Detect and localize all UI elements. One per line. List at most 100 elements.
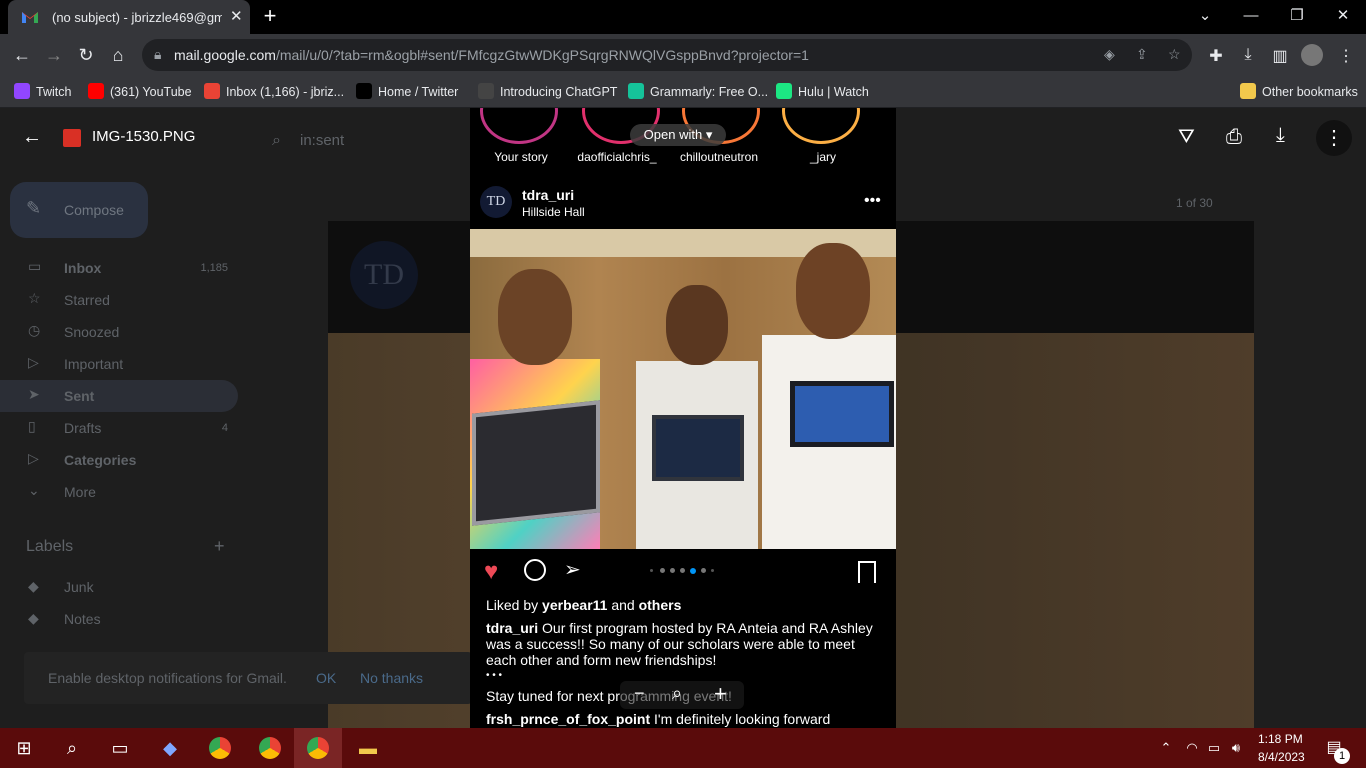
reload-button[interactable]: ↻ xyxy=(73,42,99,68)
comment-icon[interactable] xyxy=(524,559,546,581)
zoom-out-icon[interactable]: − xyxy=(634,683,645,704)
profile-avatar[interactable] xyxy=(1301,44,1323,66)
liked-by-line: Liked by yerbear11 and others xyxy=(486,597,682,613)
nav-label: Important xyxy=(64,356,124,372)
person-right-head xyxy=(796,243,870,339)
close-viewer-icon[interactable]: ← xyxy=(22,126,42,149)
draft-icon: ▯ xyxy=(28,418,36,434)
bookmark-item[interactable]: Grammarly: Free O... xyxy=(628,83,768,99)
download-icon[interactable]: ⤓ xyxy=(1237,46,1259,64)
clock-date[interactable]: 8/4/2023 xyxy=(1258,750,1305,764)
add-to-drive-icon[interactable]: ⛛ xyxy=(1178,126,1195,149)
file-explorer-icon[interactable]: ▬ xyxy=(354,734,382,762)
nav-label: Inbox xyxy=(64,260,102,276)
nav-item-categories[interactable]: ▷ Categories xyxy=(0,444,238,476)
task-view-icon[interactable]: ▭ xyxy=(106,734,134,762)
bookmark-star-icon[interactable]: ☆ xyxy=(1168,46,1181,63)
label-item[interactable]: ◆ Junk xyxy=(0,576,238,600)
bookmarks-bar: Twitch (361) YouTube Inbox (1,166) - jbriz… xyxy=(0,76,1366,108)
lens-icon[interactable]: ◈ xyxy=(1104,46,1115,63)
menu-icon[interactable]: ⋮ xyxy=(1335,46,1357,66)
open-with-button[interactable]: Open with ▾ xyxy=(630,124,726,146)
home-button[interactable]: ⌂ xyxy=(105,42,131,68)
minimize-button[interactable]: — xyxy=(1231,4,1271,28)
nav-item-starred[interactable]: ☆ Starred xyxy=(0,284,238,316)
caption-username[interactable]: tdra_uri xyxy=(486,620,538,636)
share-icon[interactable]: ⇪ xyxy=(1136,46,1148,63)
bookmark-item[interactable]: Introducing ChatGPT xyxy=(478,83,617,99)
grammarly-icon xyxy=(628,83,644,99)
bookmark-item[interactable]: Hulu | Watch xyxy=(776,83,869,99)
close-window-button[interactable]: ✕ xyxy=(1323,4,1363,28)
forward-button[interactable]: → xyxy=(41,42,67,68)
nav-item-inbox[interactable]: ▭ Inbox 1,185 xyxy=(0,252,238,284)
download-icon[interactable]: ⤓ xyxy=(1276,124,1285,147)
openai-icon xyxy=(478,83,494,99)
inbox-icon: ▭ xyxy=(28,258,42,274)
zoom-search-icon[interactable]: ⌕ xyxy=(672,683,682,704)
tab-search-icon[interactable]: ⌄ xyxy=(1185,4,1225,28)
restore-button[interactable]: ❐ xyxy=(1277,4,1317,28)
post-username[interactable]: tdra_uri xyxy=(522,187,574,203)
tray-chevron-icon[interactable]: ⌃ xyxy=(1152,734,1180,762)
important-icon: ▷ xyxy=(28,354,39,370)
copilot-icon[interactable]: ◆ xyxy=(156,734,184,762)
bookmark-item[interactable]: Home / Twitter xyxy=(356,83,458,99)
caption-more[interactable]: • • • xyxy=(486,670,502,681)
nav-item-snoozed[interactable]: ◷ Snoozed xyxy=(0,316,238,348)
print-icon[interactable]: ⎙ xyxy=(1226,126,1242,149)
comment-username[interactable]: frsh_prnce_of_fox_point xyxy=(486,711,650,727)
nav-label: Sent xyxy=(64,388,95,404)
nav-item-drafts[interactable]: ▯ Drafts 4 xyxy=(0,412,238,444)
story-label[interactable]: daofficialchris_ xyxy=(574,150,660,164)
nav-item-more[interactable]: ⌄ More xyxy=(0,476,238,508)
back-button[interactable]: ← xyxy=(9,42,35,68)
bookmark-item[interactable]: Twitch xyxy=(14,83,71,99)
new-tab-button[interactable]: + xyxy=(258,4,282,28)
liked-by-user[interactable]: yerbear11 xyxy=(542,597,607,613)
post-options-icon[interactable]: ••• xyxy=(864,192,881,210)
share-icon[interactable]: ➢ xyxy=(564,557,581,582)
notification-no-button[interactable]: No thanks xyxy=(360,670,423,686)
other-bookmarks[interactable]: Other bookmarks xyxy=(1240,83,1358,99)
chrome-active-icon[interactable] xyxy=(304,734,332,762)
extensions-icon[interactable]: ✚ xyxy=(1205,46,1227,66)
laptop-right xyxy=(790,381,894,447)
post-footer: ♥ ➢ Liked by yerbear11 and others tdra_u… xyxy=(470,549,896,728)
label-item[interactable]: ◆ Notes xyxy=(0,608,238,632)
label-icon: ◆ xyxy=(28,610,39,626)
chrome-profile-icon[interactable] xyxy=(256,734,284,762)
label-icon: ◆ xyxy=(28,578,39,594)
more-options-icon[interactable]: ⋮ xyxy=(1316,120,1352,156)
lock-icon[interactable]: 🔒︎ xyxy=(154,46,161,63)
browser-tab[interactable]: (no subject) - jbrizzle469@gmail. ✕ xyxy=(8,0,250,34)
nav-item-important[interactable]: ▷ Important xyxy=(0,348,238,380)
clock-time[interactable]: 1:18 PM xyxy=(1258,732,1303,746)
notification-ok-button[interactable]: OK xyxy=(316,670,336,686)
chrome-icon[interactable] xyxy=(206,734,234,762)
search-icon[interactable]: ⌕ xyxy=(58,734,86,762)
story-label[interactable]: Your story xyxy=(478,150,564,164)
person-middle-head xyxy=(666,285,728,365)
post-location[interactable]: Hillside Hall xyxy=(522,205,585,219)
save-bookmark-icon[interactable] xyxy=(858,561,876,583)
close-tab-icon[interactable]: ✕ xyxy=(230,7,243,25)
like-heart-icon[interactable]: ♥ xyxy=(484,558,498,586)
bookmark-item[interactable]: Inbox (1,166) - jbriz... xyxy=(204,83,344,99)
post-avatar[interactable]: TD xyxy=(480,186,512,218)
nav-item-sent[interactable]: ➤ Sent xyxy=(0,380,238,412)
story-label[interactable]: _jary xyxy=(780,150,866,164)
windows-start-icon[interactable]: ⊞ xyxy=(10,734,38,762)
post-photo[interactable] xyxy=(470,229,896,549)
avatar-backdrop: TD xyxy=(350,241,418,309)
liked-by-others[interactable]: others xyxy=(639,597,682,613)
zoom-in-icon[interactable]: + xyxy=(714,681,727,707)
volume-icon[interactable]: 🔊︎ xyxy=(1222,734,1250,762)
side-panel-icon[interactable]: ▥ xyxy=(1269,46,1291,66)
nav-count: 1,185 xyxy=(200,262,228,274)
bookmark-item[interactable]: (361) YouTube xyxy=(88,83,192,99)
address-bar[interactable]: 🔒︎ mail.google.com/mail/u/0/?tab=rm&ogbl… xyxy=(142,39,1192,71)
story-label[interactable]: chilloutneutron xyxy=(676,150,762,164)
compose-button[interactable]: ✎ Compose xyxy=(10,182,148,238)
add-label-icon[interactable]: + xyxy=(214,536,225,557)
